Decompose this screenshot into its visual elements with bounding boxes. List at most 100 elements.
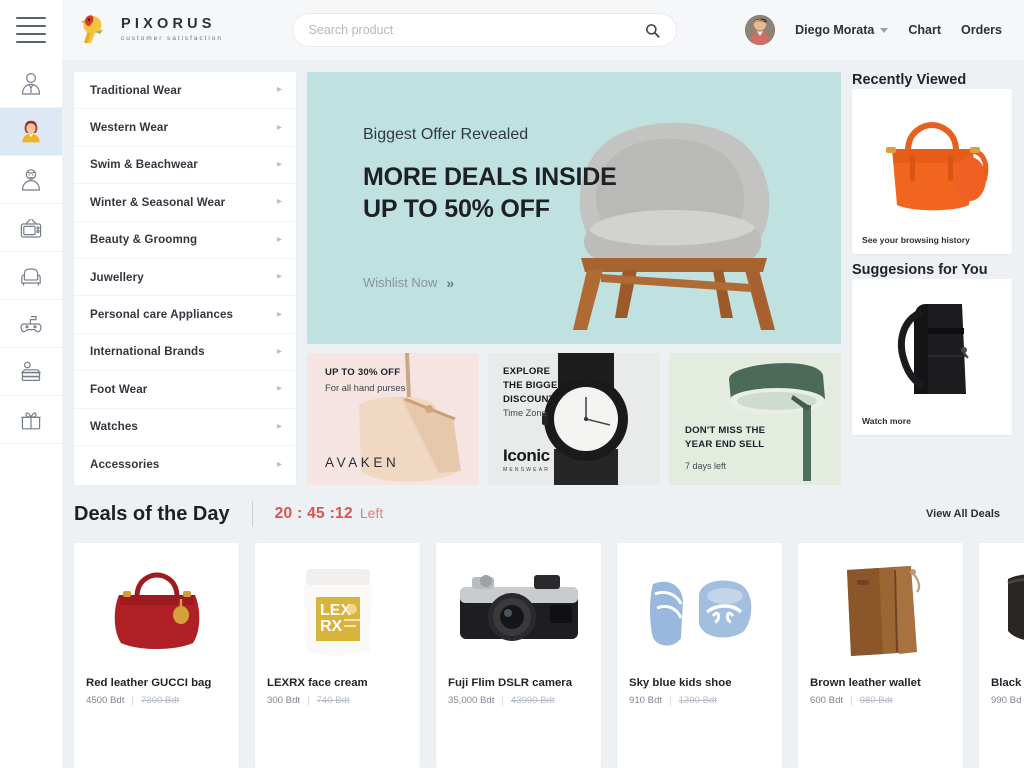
promo-card-watch[interactable]: EXPLORE THE BIGGEST DISCOUNT Time Zone I… bbox=[488, 353, 660, 485]
chevron-right-icon: ▸ bbox=[276, 345, 282, 357]
promo-brand: AVAKEN bbox=[325, 455, 400, 470]
watch-more-link[interactable]: Watch more bbox=[862, 416, 1002, 426]
deal-price: 35,000 Bdt bbox=[448, 695, 495, 706]
rail-item-electronics[interactable] bbox=[0, 204, 62, 252]
hamburger-icon[interactable] bbox=[16, 17, 46, 43]
deal-card[interactable]: LEX RX LEXRX face cream 300 Bdt | 740 Bd… bbox=[255, 543, 420, 768]
deal-price-row: 910 Bdt | 1390 Bdt bbox=[629, 695, 770, 706]
category-item[interactable]: Beauty & Groomng ▸ bbox=[74, 222, 296, 259]
promo-subline: For all hand purses bbox=[325, 382, 406, 393]
hero-banner[interactable]: Biggest Offer Revealed MORE DEALS INSIDE… bbox=[307, 72, 841, 344]
svg-text:RX: RX bbox=[320, 618, 343, 635]
deal-card[interactable]: Red leather GUCCI bag 4500 Bdt | 7300 Bd… bbox=[74, 543, 239, 768]
category-label: Watches bbox=[90, 420, 138, 434]
suggestions-card[interactable]: Watch more bbox=[852, 279, 1012, 435]
brown-wallet-image bbox=[810, 555, 951, 663]
promo-card-handbag[interactable]: UP TO 30% OFF For all hand purses AVAKEN bbox=[307, 353, 479, 485]
rail-item-gaming[interactable] bbox=[0, 300, 62, 348]
category-item[interactable]: Foot Wear ▸ bbox=[74, 371, 296, 409]
promo-head-2: YEAR END SELL bbox=[685, 439, 765, 451]
category-item[interactable]: Western Wear ▸ bbox=[74, 109, 296, 147]
chevron-right-icon: ▸ bbox=[276, 84, 282, 96]
category-item[interactable]: Swim & Beachwear ▸ bbox=[74, 147, 296, 185]
deals-title: Deals of the Day bbox=[74, 502, 230, 525]
main-content: Traditional Wear ▸ Western Wear ▸ Swim & B… bbox=[62, 60, 1024, 768]
brand-logo[interactable]: PIXORUS customer satisfaction bbox=[62, 12, 223, 48]
deal-price-row: 990 Bd bbox=[991, 695, 1024, 706]
dslr-camera-image bbox=[448, 555, 589, 663]
category-item[interactable]: International Brands ▸ bbox=[74, 334, 296, 372]
deal-price: 910 Bdt bbox=[629, 695, 663, 706]
category-label: Foot Wear bbox=[90, 382, 148, 396]
promo-head-1: DON'T MISS THE bbox=[685, 425, 766, 437]
promo-head-1: EXPLORE bbox=[503, 366, 551, 377]
deal-price-row: 35,000 Bdt | 43990 Bdt bbox=[448, 695, 589, 706]
category-item[interactable]: Personal care Appliances ▸ bbox=[74, 296, 296, 334]
search-box[interactable] bbox=[291, 13, 677, 47]
countdown-timer: 20 : 45 :12 bbox=[274, 505, 353, 522]
brand-text: PIXORUS customer satisfaction bbox=[121, 17, 223, 42]
chevron-right-icon: ▸ bbox=[276, 233, 282, 245]
header-right: Diego Morata Chart Orders bbox=[745, 15, 1024, 45]
deal-card[interactable]: Black 990 Bd bbox=[979, 543, 1024, 768]
svg-text:LEX: LEX bbox=[320, 602, 351, 619]
chevron-right-icon: ▸ bbox=[276, 158, 282, 170]
category-label: Personal care Appliances bbox=[90, 308, 234, 322]
category-list: Traditional Wear ▸ Western Wear ▸ Swim & B… bbox=[74, 72, 296, 485]
deal-card[interactable]: Brown leather wallet 600 Bdt | 980 Bdt bbox=[798, 543, 963, 768]
category-label: Swim & Beachwear bbox=[90, 158, 198, 172]
deal-card[interactable]: Fuji Flim DSLR camera 35,000 Bdt | 43990… bbox=[436, 543, 601, 768]
app-root: PIXORUS customer satisfaction Search pro… bbox=[0, 0, 1024, 768]
deal-card[interactable]: Sky blue kids shoe 910 Bdt | 1390 Bdt bbox=[617, 543, 782, 768]
category-label: Juwellery bbox=[90, 270, 144, 284]
deal-old-price: 1390 Bdt bbox=[678, 695, 717, 706]
category-item[interactable]: Juwellery ▸ bbox=[74, 259, 296, 297]
user-menu[interactable]: Diego Morata bbox=[795, 23, 889, 37]
deals-carousel[interactable]: Red leather GUCCI bag 4500 Bdt | 7300 Bd… bbox=[74, 543, 1024, 768]
category-item[interactable]: Winter & Seasonal Wear ▸ bbox=[74, 184, 296, 222]
deal-old-price: 7300 Bdt bbox=[140, 695, 180, 706]
rail-item-kids[interactable] bbox=[0, 156, 62, 204]
search-icon[interactable] bbox=[645, 23, 660, 38]
recently-viewed-section: Recently Viewed See your browsing histor… bbox=[852, 72, 1012, 254]
wishlist-now-button[interactable]: Wishlist Now » bbox=[363, 275, 617, 291]
browsing-history-link[interactable]: See your browsing history bbox=[862, 235, 1002, 245]
rail-item-gifts[interactable] bbox=[0, 396, 62, 444]
view-all-deals-link[interactable]: View All Deals bbox=[926, 508, 1000, 520]
category-item[interactable]: Watches ▸ bbox=[74, 409, 296, 446]
deal-name: Fuji Flim DSLR camera bbox=[448, 677, 573, 689]
chevron-right-icon: ▸ bbox=[276, 271, 282, 283]
avatar[interactable] bbox=[745, 15, 776, 45]
rail-item-women[interactable] bbox=[0, 108, 62, 156]
double-arrow-icon: » bbox=[446, 274, 455, 291]
promo-card-lamp[interactable]: DON'T MISS THE YEAR END SELL 7 days left bbox=[669, 353, 841, 485]
category-label: Western Wear bbox=[90, 121, 169, 135]
rail-item-books[interactable] bbox=[0, 348, 62, 396]
category-label: Winter & Seasonal Wear bbox=[90, 195, 226, 209]
hero-cta-label: Wishlist Now bbox=[363, 275, 438, 290]
category-item[interactable]: Accessories ▸ bbox=[74, 446, 296, 483]
suggestions-section: Suggesions for You Watch more bbox=[852, 262, 1012, 435]
right-sidebar: Recently Viewed See your browsing histor… bbox=[852, 72, 1024, 485]
promo-head-2: THE BIGGEST bbox=[503, 379, 571, 391]
chevron-right-icon: ▸ bbox=[276, 308, 282, 320]
menu-toggle[interactable] bbox=[0, 0, 62, 60]
promo-row: UP TO 30% OFF For all hand purses AVAKEN bbox=[307, 353, 841, 485]
top-area: Traditional Wear ▸ Western Wear ▸ Swim & B… bbox=[62, 60, 1024, 485]
category-item[interactable]: Traditional Wear ▸ bbox=[74, 72, 296, 110]
deals-header: Deals of the Day 20 : 45 :12 Left View Al… bbox=[74, 501, 1024, 527]
nav-chart[interactable]: Chart bbox=[908, 23, 941, 37]
red-handbag-image bbox=[86, 555, 227, 663]
search-input[interactable] bbox=[308, 23, 645, 37]
nav-orders[interactable]: Orders bbox=[961, 23, 1002, 37]
chevron-right-icon: ▸ bbox=[276, 383, 282, 395]
deal-name: Brown leather wallet bbox=[810, 677, 921, 689]
deal-price: 300 Bdt bbox=[267, 695, 301, 706]
recently-viewed-card[interactable]: See your browsing history bbox=[852, 89, 1012, 254]
price-separator: | bbox=[669, 695, 672, 706]
chevron-down-icon[interactable] bbox=[880, 28, 889, 34]
rail-item-furniture[interactable] bbox=[0, 252, 62, 300]
brand-name: PIXORUS bbox=[121, 16, 216, 33]
promo-brand-name: Iconic bbox=[503, 446, 550, 465]
rail-item-men[interactable] bbox=[0, 60, 62, 108]
